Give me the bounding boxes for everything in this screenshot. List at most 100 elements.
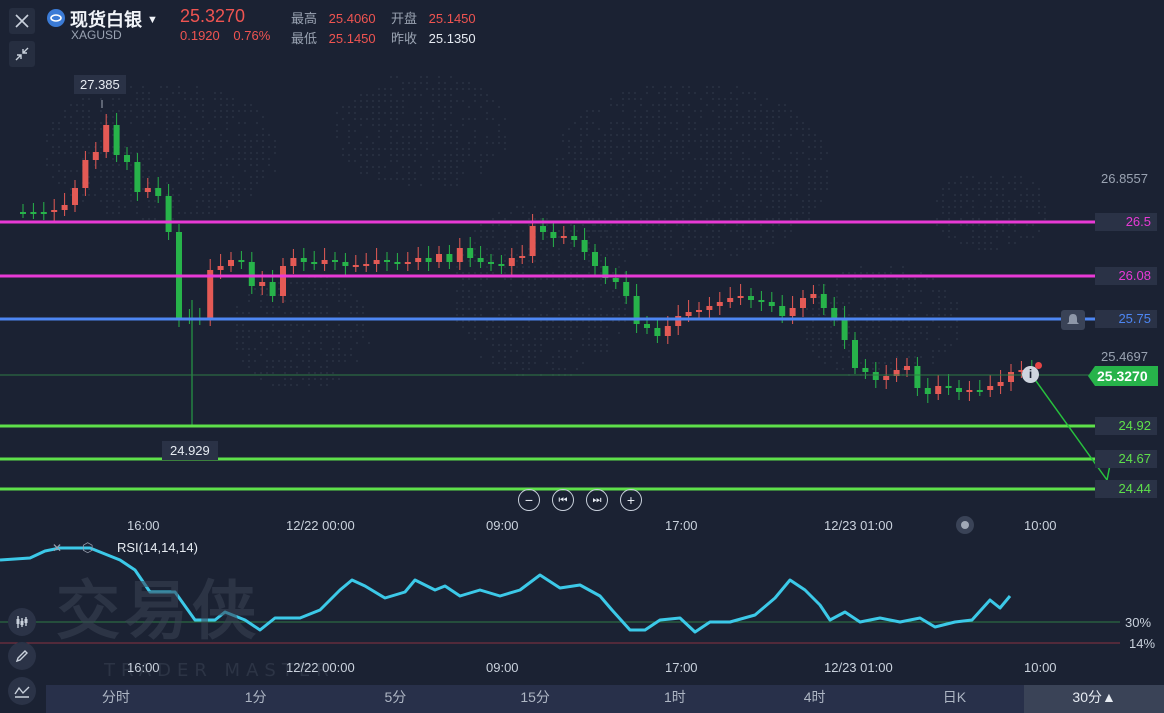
indicator-tool-button[interactable]	[8, 608, 36, 636]
candle-body	[696, 310, 702, 312]
zoom-out-button[interactable]: −	[518, 489, 540, 511]
stat-prev-close: 昨收 25.1350	[391, 31, 476, 46]
level-tag-26-08[interactable]: 26.08	[1095, 267, 1157, 285]
level-tag-24-92[interactable]: 24.92	[1095, 417, 1157, 435]
timeframe-tab[interactable]: 日K	[885, 685, 1025, 713]
timeframe-tab[interactable]: 分时	[46, 685, 186, 713]
symbol-logo-icon	[47, 9, 65, 27]
candle-body	[155, 188, 162, 196]
rsi-close-icon[interactable]: ✕	[52, 541, 62, 555]
timeframe-tab[interactable]: 5分	[326, 685, 466, 713]
bell-icon	[1067, 314, 1079, 325]
close-button[interactable]	[9, 8, 35, 34]
time-label: 17:00	[665, 660, 698, 675]
timeframe-tab[interactable]: 4时	[745, 685, 885, 713]
draw-tool-button[interactable]	[8, 642, 36, 670]
time-label: 10:00	[1024, 660, 1057, 675]
candle-body	[560, 236, 567, 238]
current-price-tag: 25.3270	[1088, 366, 1158, 386]
candle-body	[508, 258, 515, 266]
timeframe-tab[interactable]: 1分	[186, 685, 326, 713]
rsi-level-14: 14%	[1129, 636, 1156, 651]
stat-open: 开盘 25.1450	[391, 11, 476, 26]
candle-body	[311, 262, 318, 264]
candlestick-series	[20, 113, 1035, 425]
time-label: 16:00	[127, 518, 160, 533]
candle-body	[477, 258, 484, 262]
time-label: 12/23 01:00	[824, 518, 893, 533]
candle-body	[290, 258, 297, 266]
alert-button[interactable]	[1061, 310, 1085, 330]
reset-view-button[interactable]	[956, 516, 974, 534]
candle-body	[789, 308, 796, 316]
price-change-pct: 0.76%	[233, 28, 271, 43]
candle-body	[914, 366, 921, 388]
candle-body	[737, 296, 744, 298]
rsi-tool-button[interactable]	[8, 677, 36, 705]
candle-body	[664, 326, 671, 336]
candle-body	[841, 318, 848, 340]
candle-body	[1008, 372, 1014, 382]
chart-navigation: − ⏮ ⏭ +	[518, 489, 642, 511]
level-tag-24-67[interactable]: 24.67	[1095, 450, 1157, 468]
max-price-label: 27.385	[74, 75, 126, 94]
candle-body	[883, 376, 890, 380]
candle-body	[134, 162, 141, 192]
time-label: 17:00	[665, 518, 698, 533]
candle-body	[987, 386, 994, 390]
candle-body	[259, 282, 266, 286]
skip-back-icon: ⏮	[558, 494, 568, 506]
candle-body	[831, 308, 838, 318]
candle-body	[810, 294, 817, 298]
candle-body	[300, 258, 307, 262]
minus-icon: −	[524, 492, 534, 508]
candle-body	[51, 210, 58, 212]
watermark-logo: 交易侠	[56, 575, 260, 649]
collapse-icon	[15, 47, 29, 61]
candle-body	[321, 260, 328, 264]
timeframe-tab[interactable]: 15分	[465, 685, 605, 713]
timeframe-tab-active[interactable]: 30分▲	[1024, 685, 1164, 713]
stat-high: 最高 25.4060	[291, 11, 376, 26]
candle-body	[904, 366, 910, 370]
candle-body	[446, 254, 453, 262]
candle-body	[997, 382, 1004, 386]
scroll-end-button[interactable]: ⏭	[586, 489, 608, 511]
candle-body	[592, 252, 598, 266]
last-price: 25.3270	[180, 6, 246, 26]
rsi-level-30: 30%	[1125, 615, 1152, 630]
rsi-settings-icon[interactable]: ⬡	[82, 540, 93, 556]
candle-body	[373, 260, 380, 264]
timeframe-bar: 分时 1分 5分 15分 1时 4时 日K 30分▲	[46, 685, 1164, 713]
candle-body	[113, 125, 120, 155]
time-label: 12/22 00:00	[286, 518, 355, 533]
candle-body	[748, 296, 754, 300]
candle-body	[363, 264, 370, 266]
candle-body	[280, 266, 286, 296]
min-price-label: 24.929	[162, 441, 218, 460]
candle-body	[654, 328, 661, 336]
collapse-button[interactable]	[9, 41, 35, 67]
candle-body	[332, 260, 338, 262]
candle-body	[966, 390, 973, 392]
skip-forward-icon: ⏭	[592, 494, 602, 506]
candle-body	[394, 262, 401, 264]
candle-body	[269, 282, 276, 296]
zoom-in-button[interactable]: +	[620, 489, 642, 511]
level-tag-26-5[interactable]: 26.5	[1095, 213, 1157, 231]
time-label: 12/22 00:00	[286, 660, 355, 675]
candle-body	[540, 226, 546, 232]
price-change: 0.1920	[180, 28, 220, 43]
candle-body	[82, 160, 89, 188]
candles-icon	[16, 616, 28, 628]
candle-body	[144, 188, 151, 192]
candle-body	[956, 388, 962, 392]
level-tag-25-75[interactable]: 25.75	[1095, 310, 1157, 328]
timeframe-tab[interactable]: 1时	[605, 685, 745, 713]
rsi-title: RSI(14,14,14)	[117, 540, 198, 555]
price-axis-label-top: 26.8557	[1101, 171, 1148, 186]
scroll-start-button[interactable]: ⏮	[552, 489, 574, 511]
stat-low: 最低 25.1450	[291, 31, 376, 46]
level-tag-24-44[interactable]: 24.44	[1095, 480, 1157, 498]
candle-body	[40, 212, 47, 214]
